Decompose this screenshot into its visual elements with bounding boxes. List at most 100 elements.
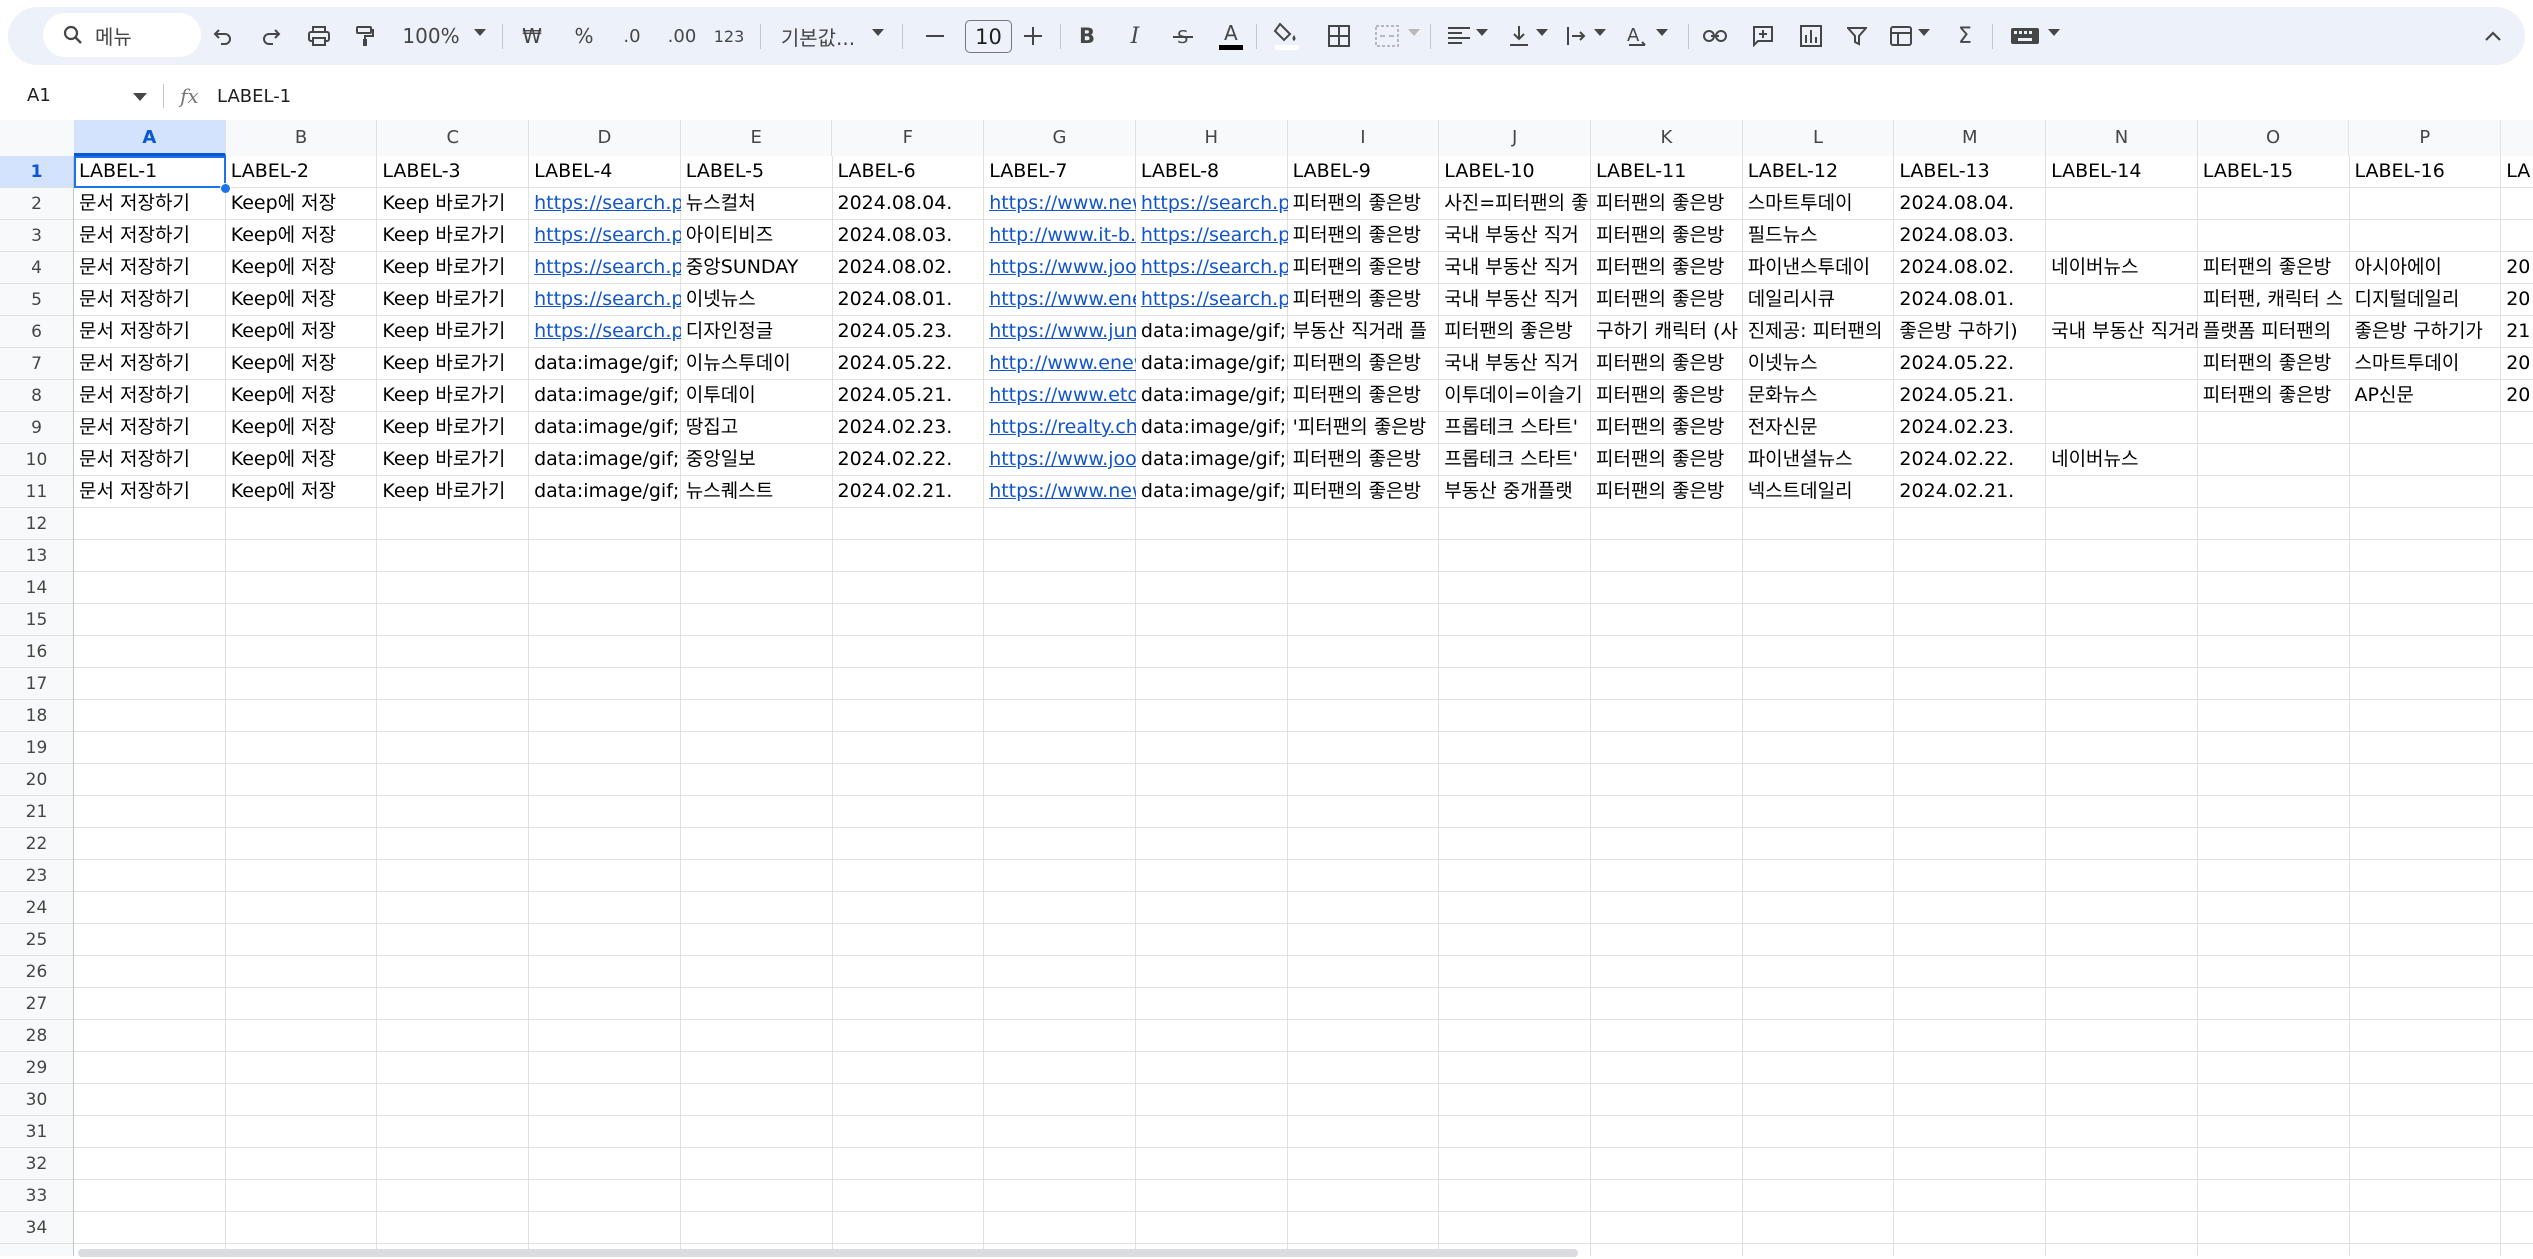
row-header[interactable]: 6 <box>0 316 73 348</box>
percent-format-button[interactable]: % <box>570 21 598 51</box>
data-cell[interactable]: 피터팬의 좋은방 <box>1288 188 1440 219</box>
data-cell[interactable]: 20 <box>2501 252 2533 283</box>
data-cell[interactable]: 피터팬의 좋은방 <box>1288 380 1440 411</box>
data-cell[interactable]: 문서 저장하기 <box>74 220 226 251</box>
data-cell[interactable]: Keep 바로가기 <box>377 444 529 475</box>
data-cell[interactable]: 2024.08.04. <box>833 188 985 219</box>
data-cell[interactable]: 문서 저장하기 <box>74 284 226 315</box>
data-cell[interactable]: https://search.ps <box>529 220 681 251</box>
data-cell[interactable]: 전자신문 <box>1743 412 1895 443</box>
data-cell[interactable]: https://www.enet <box>984 284 1136 315</box>
data-cell[interactable]: data:image/gif;ba <box>529 444 681 475</box>
data-cell[interactable]: 피터팬의 좋은방 <box>1591 444 1743 475</box>
plus-icon[interactable] <box>1018 21 1048 51</box>
font-size-input[interactable]: 10 <box>965 20 1012 53</box>
row-header[interactable]: 31 <box>0 1116 73 1148</box>
data-cell[interactable]: 문화뉴스 <box>1743 380 1895 411</box>
number-format-button[interactable]: 123 <box>708 21 750 51</box>
data-cell[interactable]: 피터팬의 좋은방 <box>1439 316 1591 347</box>
data-cell[interactable]: 2024.02.21. <box>833 476 985 507</box>
data-cell[interactable]: 국내 부동산 직거 <box>1439 252 1591 283</box>
data-cell[interactable]: data:image/gif;ba <box>1136 316 1288 347</box>
column-header[interactable]: B <box>226 120 378 156</box>
data-cell[interactable]: 문서 저장하기 <box>74 380 226 411</box>
data-cell[interactable]: 피터팬의 좋은방 <box>1591 348 1743 379</box>
row-header[interactable]: 8 <box>0 380 73 412</box>
data-cell[interactable]: Keep 바로가기 <box>377 188 529 219</box>
data-cell[interactable]: https://www.jungl <box>984 316 1136 347</box>
data-cell[interactable]: https://www.news <box>984 188 1136 219</box>
undo-icon[interactable] <box>208 21 238 51</box>
column-header[interactable]: N <box>2046 120 2198 156</box>
bold-icon[interactable]: B <box>1072 21 1102 51</box>
table-view-icon[interactable] <box>1886 21 1916 51</box>
data-cell[interactable]: 국내 부동산 직거 <box>1439 348 1591 379</box>
data-cell[interactable]: 2024.05.21. <box>1894 380 2197 411</box>
row-header[interactable]: 11 <box>0 476 73 508</box>
data-cell[interactable]: 디지털데일리 <box>2350 284 2502 315</box>
strikethrough-icon[interactable]: S <box>1168 21 1198 51</box>
column-header[interactable]: D <box>529 120 681 156</box>
data-cell[interactable]: 2024.08.04. <box>1894 188 2197 219</box>
data-cell[interactable]: Keep에 저장 <box>226 284 378 315</box>
row-header[interactable]: 13 <box>0 540 73 572</box>
data-cell[interactable]: https://search.ps <box>529 188 681 219</box>
data-cell[interactable]: 뉴스컬처 <box>681 188 833 219</box>
data-cell[interactable]: https://realty.cho <box>984 412 1136 443</box>
row-header[interactable]: 4 <box>0 252 73 284</box>
data-cell[interactable]: 디자인정글 <box>681 316 833 347</box>
header-cell[interactable]: LABEL-2 <box>226 156 378 187</box>
data-cell[interactable]: Keep 바로가기 <box>377 412 529 443</box>
data-cell[interactable]: 피터팬의 좋은방 <box>1288 252 1440 283</box>
data-cell[interactable]: 피터팬의 좋은방 <box>1288 476 1440 507</box>
data-cell[interactable]: 부동산 직거래 플 <box>1288 316 1440 347</box>
font-chevron-down-icon[interactable] <box>872 29 884 37</box>
data-cell[interactable]: data:image/gif;ba <box>1136 380 1288 411</box>
data-cell[interactable]: http://www.enews <box>984 348 1136 379</box>
data-cell[interactable]: 2024.02.23. <box>833 412 985 443</box>
filter-icon[interactable] <box>1842 21 1872 51</box>
data-cell[interactable]: 스마트투데이 <box>2350 348 2502 379</box>
paint-format-icon[interactable] <box>350 21 380 51</box>
data-cell[interactable]: 파이낸스투데이 <box>1743 252 1895 283</box>
table-chevron-down-icon[interactable] <box>1918 29 1930 37</box>
data-cell[interactable]: 문서 저장하기 <box>74 252 226 283</box>
row-header[interactable]: 24 <box>0 892 73 924</box>
row-header[interactable]: 3 <box>0 220 73 252</box>
data-cell[interactable]: 피터팬, 캐릭터 스 <box>2198 284 2350 315</box>
data-cell[interactable]: 피터팬의 좋은방 <box>2198 348 2350 379</box>
row-header[interactable]: 19 <box>0 732 73 764</box>
header-cell[interactable]: LA <box>2501 156 2533 187</box>
data-cell[interactable]: 2024.02.22. <box>1894 444 2046 475</box>
data-cell[interactable]: 피터팬의 좋은방 <box>1288 284 1440 315</box>
data-cell[interactable]: 피터팬의 좋은방 <box>1591 284 1743 315</box>
data-cell[interactable]: 국내 부동산 직거 <box>1439 284 1591 315</box>
link-icon[interactable] <box>1700 21 1730 51</box>
data-cell[interactable]: 중앙SUNDAY <box>681 252 833 283</box>
text-color-icon[interactable]: A <box>1214 19 1248 53</box>
data-cell[interactable]: https://www.joong <box>984 444 1136 475</box>
formula-input[interactable]: LABEL-1 <box>217 86 291 107</box>
fill-handle[interactable] <box>220 183 231 194</box>
horizontal-scrollbar[interactable] <box>78 1249 1578 1257</box>
data-cell[interactable]: data:image/gif;ba <box>1136 412 1288 443</box>
collapse-icon[interactable] <box>2478 21 2508 51</box>
data-cell[interactable]: 2024.05.22. <box>1894 348 2197 379</box>
data-cell[interactable]: 필드뉴스 <box>1743 220 1895 251</box>
data-cell[interactable]: 아시아에이 <box>2350 252 2502 283</box>
row-header[interactable]: 14 <box>0 572 73 604</box>
data-cell[interactable]: data:image/gif;ba <box>529 348 681 379</box>
zoom-select[interactable]: 100% <box>401 21 461 51</box>
data-cell[interactable]: 사진=피터팬의 좋 <box>1439 188 1591 219</box>
data-cell[interactable]: 피터팬의 좋은방 <box>1591 412 1743 443</box>
row-header[interactable]: 12 <box>0 508 73 540</box>
data-cell[interactable]: 2024.02.21. <box>1894 476 2197 507</box>
data-cell[interactable]: https://search.ps <box>1136 188 1288 219</box>
align-chevron-down-icon[interactable] <box>1476 29 1488 37</box>
data-cell[interactable]: https://search.ps <box>529 316 681 347</box>
data-cell[interactable]: 프롭테크 스타트' <box>1439 412 1591 443</box>
data-cell[interactable]: 2024.05.22. <box>833 348 985 379</box>
data-cell[interactable]: 스마트투데이 <box>1743 188 1895 219</box>
row-header[interactable]: 16 <box>0 636 73 668</box>
data-cell[interactable]: 20 <box>2501 380 2533 411</box>
